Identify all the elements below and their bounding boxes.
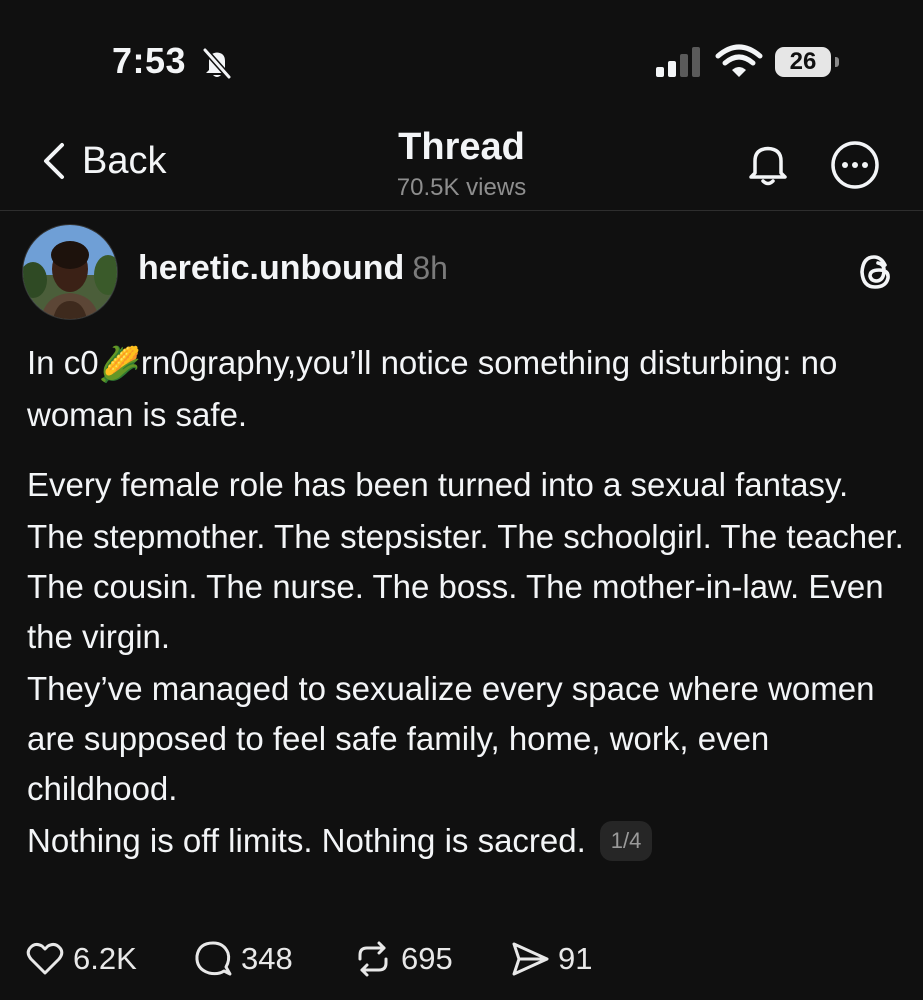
battery-level: 26 bbox=[775, 47, 831, 77]
wifi-icon bbox=[715, 44, 763, 77]
post-text: Nothing is off limits. Nothing is sacred… bbox=[27, 822, 586, 859]
action-bar: 6.2K 348 695 91 bbox=[25, 936, 905, 982]
page-indicator-badge: 1/4 bbox=[599, 821, 653, 861]
nav-bar: Back Thread 70.5K views bbox=[0, 110, 923, 211]
corn-emoji: 🌽 bbox=[98, 346, 141, 384]
status-bar: 7:53 26 bbox=[0, 0, 923, 110]
back-button[interactable]: Back bbox=[40, 138, 166, 184]
post-text: In c0 bbox=[27, 344, 99, 381]
avatar[interactable] bbox=[22, 224, 118, 320]
chevron-left-icon bbox=[44, 143, 64, 179]
more-icon[interactable] bbox=[830, 140, 880, 190]
comment-icon bbox=[195, 941, 232, 976]
view-count: 70.5K views bbox=[396, 174, 527, 201]
reply-count: 348 bbox=[241, 941, 293, 976]
page-title: Thread bbox=[398, 126, 525, 168]
send-icon bbox=[512, 942, 549, 976]
post-paragraph: In c0🌽rn0graphy,you’ll notice something … bbox=[27, 338, 907, 440]
post-body: In c0🌽rn0graphy,you’ll notice something … bbox=[27, 338, 907, 866]
repost-count: 695 bbox=[401, 941, 453, 976]
post-text: rn0graphy,you’ll notice something distur… bbox=[27, 344, 838, 433]
post-paragraph: They’ve managed to sexualize every space… bbox=[27, 670, 875, 807]
post-paragraph: Every female role has been turned into a… bbox=[27, 466, 849, 503]
repost-button[interactable]: 695 bbox=[353, 936, 453, 982]
post-time: 8h bbox=[412, 250, 448, 286]
back-label: Back bbox=[82, 139, 167, 182]
heart-icon bbox=[26, 942, 64, 975]
battery-icon: 26 bbox=[775, 47, 841, 77]
threads-logo-icon bbox=[860, 255, 890, 289]
bell-icon[interactable] bbox=[744, 140, 792, 188]
like-button[interactable]: 6.2K bbox=[25, 936, 137, 982]
share-button[interactable]: 91 bbox=[510, 936, 592, 982]
share-count: 91 bbox=[558, 941, 593, 976]
status-time: 7:53 bbox=[112, 40, 187, 81]
bell-slash-icon bbox=[202, 48, 232, 79]
username[interactable]: heretic.unbound 8h bbox=[138, 249, 448, 288]
username-text[interactable]: heretic.unbound bbox=[138, 249, 404, 287]
signal-icon bbox=[656, 47, 700, 77]
post-paragraph: The stepmother. The stepsister. The scho… bbox=[27, 518, 904, 655]
reply-button[interactable]: 348 bbox=[193, 936, 293, 982]
post-paragraph: Nothing is off limits. Nothing is sacred… bbox=[27, 816, 907, 866]
repost-icon bbox=[358, 941, 388, 977]
like-count: 6.2K bbox=[73, 941, 137, 976]
